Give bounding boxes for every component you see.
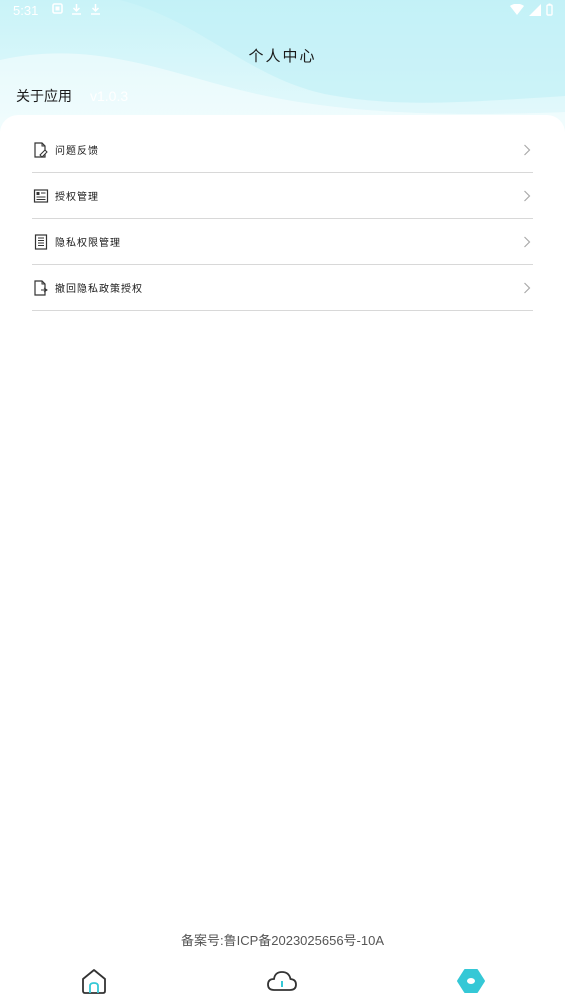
menu-label: 授权管理 [55, 192, 99, 203]
menu-label: 问题反馈 [55, 146, 99, 157]
profile-hexagon-icon [456, 969, 486, 1000]
status-left-icons [52, 3, 101, 18]
content-card: 问题反馈 授权管理 隐私权限管理 撤回隐私政策授权 [0, 115, 565, 1004]
menu-item-privacy-permissions[interactable]: 隐私权限管理 [32, 219, 533, 265]
cloud-icon [266, 971, 298, 1000]
settings-menu: 问题反馈 授权管理 隐私权限管理 撤回隐私政策授权 [32, 127, 533, 311]
download-icon [90, 3, 101, 18]
menu-item-authorization[interactable]: 授权管理 [32, 173, 533, 219]
status-right-icons [510, 3, 553, 19]
chevron-right-icon [523, 233, 531, 248]
privacy-doc-icon [33, 233, 49, 250]
authorization-list-icon [33, 188, 49, 204]
status-bar: 5:31 [0, 0, 565, 24]
notification-icon [52, 3, 63, 18]
battery-icon [546, 3, 553, 19]
bottom-tab-bar [0, 962, 565, 1002]
chevron-right-icon [523, 141, 531, 156]
about-app-row[interactable]: 关于应用 v1.0.3 [16, 86, 128, 106]
wifi-icon [510, 3, 524, 19]
tab-profile[interactable] [456, 966, 486, 996]
download-icon [71, 3, 82, 18]
menu-item-revoke-privacy[interactable]: 撤回隐私政策授权 [32, 265, 533, 311]
about-app-label: 关于应用 [16, 89, 72, 105]
signal-icon [529, 3, 541, 19]
tab-home[interactable] [79, 966, 109, 996]
app-version: v1.0.3 [90, 88, 129, 104]
chevron-right-icon [523, 279, 531, 294]
menu-label: 撤回隐私政策授权 [55, 284, 143, 295]
page-title: 个人中心 [248, 47, 317, 65]
menu-label: 隐私权限管理 [55, 238, 121, 249]
revoke-doc-icon [33, 279, 49, 296]
home-icon [79, 969, 109, 1000]
icp-record-text: 备案号:鲁ICP备2023025656号-10A [180, 933, 385, 948]
menu-item-feedback[interactable]: 问题反馈 [32, 127, 533, 173]
chevron-right-icon [523, 187, 531, 202]
tab-cloud[interactable] [266, 966, 297, 996]
feedback-doc-icon [33, 141, 49, 158]
status-time: 5:31 [13, 3, 39, 18]
